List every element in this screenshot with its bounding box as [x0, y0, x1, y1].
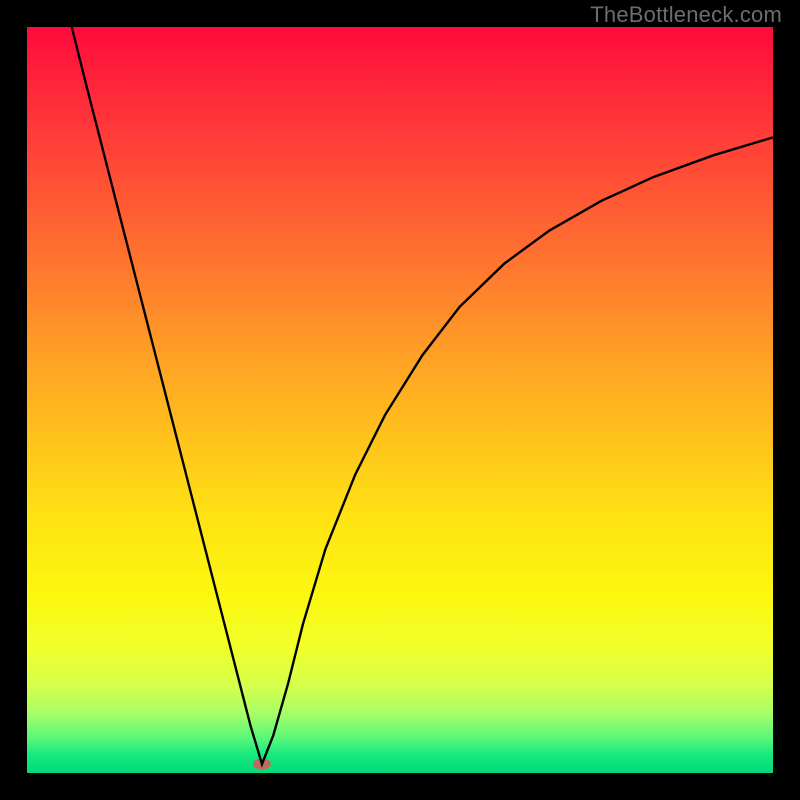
watermark-label: TheBottleneck.com — [590, 2, 782, 28]
chart-frame: TheBottleneck.com — [0, 0, 800, 800]
bottleneck-curve — [27, 27, 773, 773]
plot-area — [27, 27, 773, 773]
